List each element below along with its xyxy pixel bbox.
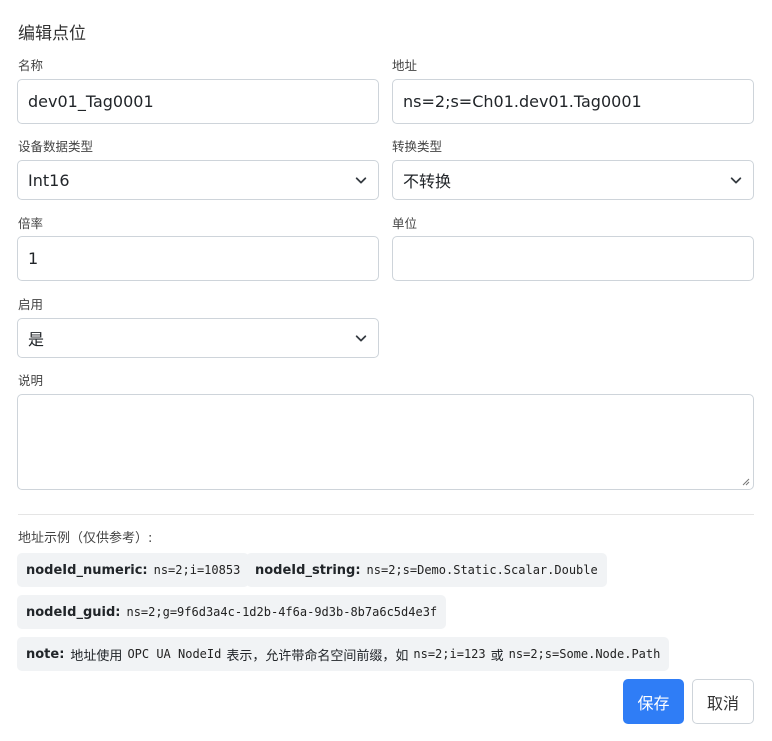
note-code-2: ns=2;i=123 — [413, 647, 486, 661]
example-nodeid-guid: nodeId_guid: ns=2;g=9f6d3a4c-1d2b-4f6a-9… — [17, 595, 447, 629]
note-text-3: 或 — [490, 648, 504, 664]
example-key: nodeId_guid: — [26, 604, 121, 620]
example-value: ns=2;i=10853 — [153, 563, 241, 577]
enabled-label: 启用 — [18, 297, 44, 312]
example-nodeid-numeric: nodeId_numeric: ns=2;i=10853 — [17, 553, 250, 587]
multiplier-input-value: 1 — [28, 249, 39, 268]
note-key: note: — [26, 646, 65, 662]
example-value: ns=2;g=9f6d3a4c-1d2b-4f6a-9d3b-8b7a6c5d4… — [126, 605, 438, 619]
description-label: 说明 — [18, 373, 44, 388]
unit-input[interactable] — [392, 236, 754, 281]
multiplier-input[interactable]: 1 — [17, 236, 379, 281]
name-input[interactable]: dev01_Tag0001 — [17, 79, 379, 124]
enabled-select[interactable]: 是 — [17, 318, 379, 358]
enabled-value: 是 — [28, 330, 45, 349]
note-text-2: 表示，允许带命名空间前缀，如 — [226, 648, 409, 664]
address-label: 地址 — [392, 58, 418, 73]
example-note: note: 地址使用 OPC UA NodeId 表示，允许带命名空间前缀，如 … — [17, 637, 670, 671]
cancel-button[interactable]: 取消 — [692, 679, 754, 724]
conversion-type-value: 不转换 — [403, 172, 452, 191]
note-text-1: 地址使用 — [70, 648, 123, 664]
save-button[interactable]: 保存 — [623, 679, 684, 724]
address-input[interactable]: ns=2;s=Ch01.dev01.Tag0001 — [392, 79, 754, 124]
device-data-type-value: Int16 — [28, 170, 70, 190]
description-textarea[interactable] — [17, 394, 754, 490]
edit-point-dialog: 编辑点位 名称 dev01_Tag0001 地址 ns=2;s=Ch01.dev… — [0, 0, 772, 741]
device-data-type-select[interactable]: Int16 — [17, 160, 379, 200]
name-input-value: dev01_Tag0001 — [28, 92, 154, 111]
note-code-1: OPC UA NodeId — [127, 647, 222, 661]
example-nodeid-string: nodeId_string: ns=2;s=Demo.Static.Scalar… — [246, 553, 607, 587]
unit-label: 单位 — [392, 216, 418, 231]
address-input-value: ns=2;s=Ch01.dev01.Tag0001 — [403, 92, 642, 111]
name-label: 名称 — [18, 58, 44, 73]
note-code-3: ns=2;s=Some.Node.Path — [508, 647, 661, 661]
example-key: nodeId_string: — [255, 562, 361, 578]
resize-grip-icon[interactable] — [742, 478, 750, 486]
section-divider — [18, 514, 754, 515]
multiplier-label: 倍率 — [18, 216, 44, 231]
conversion-type-select[interactable]: 不转换 — [392, 160, 754, 200]
examples-heading: 地址示例（仅供参考）: — [18, 531, 153, 546]
example-key: nodeId_numeric: — [26, 562, 148, 578]
device-data-type-label: 设备数据类型 — [18, 139, 94, 154]
example-value: ns=2;s=Demo.Static.Scalar.Double — [366, 563, 598, 577]
chevron-down-icon — [730, 177, 742, 184]
conversion-type-label: 转换类型 — [392, 139, 443, 154]
chevron-down-icon — [355, 335, 367, 342]
dialog-title: 编辑点位 — [18, 24, 86, 44]
chevron-down-icon — [355, 177, 367, 184]
